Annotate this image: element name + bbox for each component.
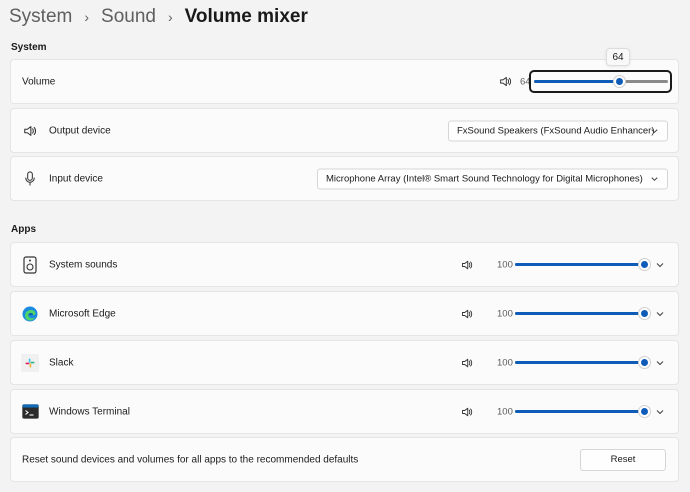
input-device-label: Input device — [49, 173, 103, 184]
volume-card: Volume 64 — [10, 59, 679, 104]
app-name: Windows Terminal — [49, 406, 130, 417]
app-row[interactable]: Windows Terminal 100 — [10, 389, 679, 434]
app-volume-slider-fill — [515, 361, 644, 364]
app-volume-value: 100 — [497, 308, 513, 319]
breadcrumb-system[interactable]: System — [9, 6, 72, 28]
chevron-down-icon — [650, 174, 659, 186]
input-device-dropdown[interactable]: Microphone Array (Intel® Smart Sound Tec… — [317, 168, 668, 189]
app-volume-slider-fill — [515, 410, 644, 413]
section-title-system: System — [11, 42, 47, 53]
reset-card: Reset sound devices and volumes for all … — [10, 437, 679, 482]
app-volume-value: 100 — [497, 259, 513, 270]
app-volume-slider-fill — [515, 263, 644, 266]
app-name: System sounds — [49, 259, 118, 270]
page-title: Volume mixer — [184, 6, 308, 27]
reset-button[interactable]: Reset — [580, 448, 666, 471]
app-row[interactable]: System sounds 100 — [10, 242, 679, 287]
breadcrumb-sound[interactable]: Sound — [101, 6, 156, 28]
app-row[interactable]: Slack 100 — [10, 340, 679, 385]
volume-label: Volume — [22, 76, 56, 87]
breadcrumb-separator: › — [167, 9, 173, 25]
speaker-icon[interactable] — [498, 75, 512, 89]
volume-slider-fill — [534, 80, 620, 83]
chevron-down-icon[interactable] — [654, 406, 666, 418]
speaker-icon — [22, 123, 38, 139]
app-name: Slack — [49, 357, 74, 368]
reset-description: Reset sound devices and volumes for all … — [22, 454, 359, 465]
chevron-down-icon — [650, 126, 659, 138]
microphone-icon — [23, 171, 37, 187]
app-volume-slider-thumb[interactable] — [637, 258, 651, 271]
app-volume-slider-thumb[interactable] — [637, 307, 651, 320]
speaker-icon[interactable] — [460, 307, 474, 321]
chevron-down-icon[interactable] — [654, 357, 666, 369]
terminal-icon — [21, 403, 39, 421]
output-device-dropdown[interactable]: FxSound Speakers (FxSound Audio Enhancer… — [448, 120, 668, 141]
slack-icon — [21, 353, 39, 372]
output-device-label: Output device — [49, 125, 111, 136]
app-volume-slider[interactable] — [515, 258, 651, 271]
app-volume-slider[interactable] — [515, 307, 651, 320]
speaker-icon[interactable] — [460, 405, 474, 419]
section-title-apps: Apps — [11, 224, 36, 235]
volume-tooltip: 64 — [606, 48, 630, 66]
breadcrumb: System › Sound › Volume mixer — [9, 4, 308, 30]
chevron-down-icon[interactable] — [654, 308, 666, 320]
app-volume-slider-thumb[interactable] — [637, 405, 651, 418]
app-row[interactable]: Microsoft Edge 100 — [10, 291, 679, 336]
input-device-card: Input device Microphone Array (Intel® Sm… — [10, 156, 679, 201]
speaker-icon[interactable] — [460, 356, 474, 370]
app-volume-slider-fill — [515, 312, 644, 315]
output-device-selected: FxSound Speakers (FxSound Audio Enhancer… — [457, 125, 655, 136]
speaker-icon[interactable] — [460, 258, 474, 272]
edge-icon — [21, 305, 39, 323]
system-sounds-icon — [21, 255, 39, 274]
app-volume-slider[interactable] — [515, 356, 651, 369]
volume-slider[interactable] — [534, 75, 668, 88]
input-device-selected: Microphone Array (Intel® Smart Sound Tec… — [326, 173, 643, 184]
app-volume-value: 100 — [497, 357, 513, 368]
app-volume-slider-thumb[interactable] — [637, 356, 651, 369]
app-volume-slider[interactable] — [515, 405, 651, 418]
output-device-card: Output device FxSound Speakers (FxSound … — [10, 108, 679, 153]
breadcrumb-separator: › — [84, 9, 90, 25]
chevron-down-icon[interactable] — [654, 259, 666, 271]
app-name: Microsoft Edge — [49, 308, 116, 319]
app-volume-value: 100 — [497, 406, 513, 417]
